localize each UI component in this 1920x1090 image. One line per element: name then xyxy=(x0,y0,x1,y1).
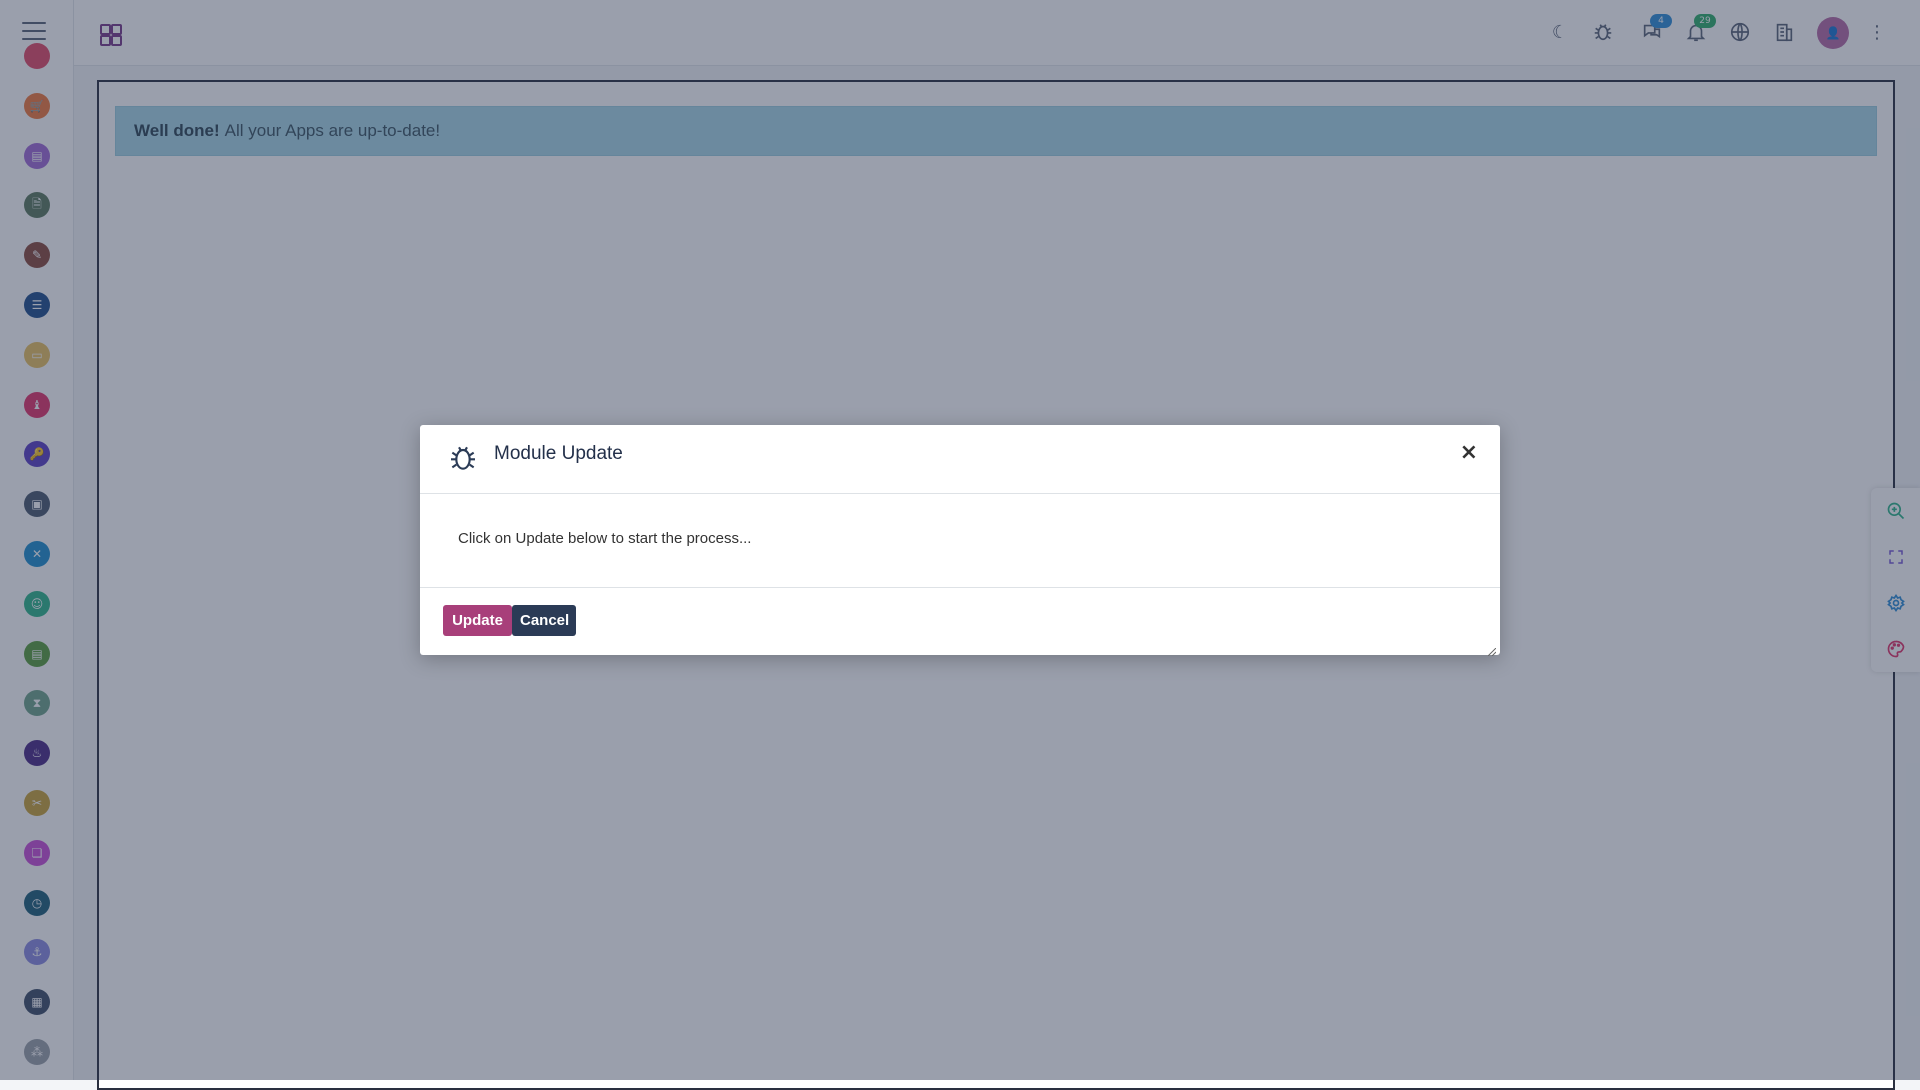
modal-title: Module Update xyxy=(494,443,623,464)
cancel-button[interactable]: Cancel xyxy=(512,605,576,636)
modal-body: Click on Update below to start the proce… xyxy=(420,494,1500,588)
update-button[interactable]: Update xyxy=(443,605,512,636)
modal-header: Module Update × xyxy=(420,425,1500,494)
bug-icon xyxy=(447,442,479,474)
modal-footer: Update Cancel xyxy=(420,588,1500,655)
close-icon[interactable]: × xyxy=(1460,440,1478,465)
modal-body-text: Click on Update below to start the proce… xyxy=(458,530,752,547)
module-update-modal: Module Update × Click on Update below to… xyxy=(420,425,1500,657)
resize-handle-icon[interactable] xyxy=(1487,643,1497,657)
